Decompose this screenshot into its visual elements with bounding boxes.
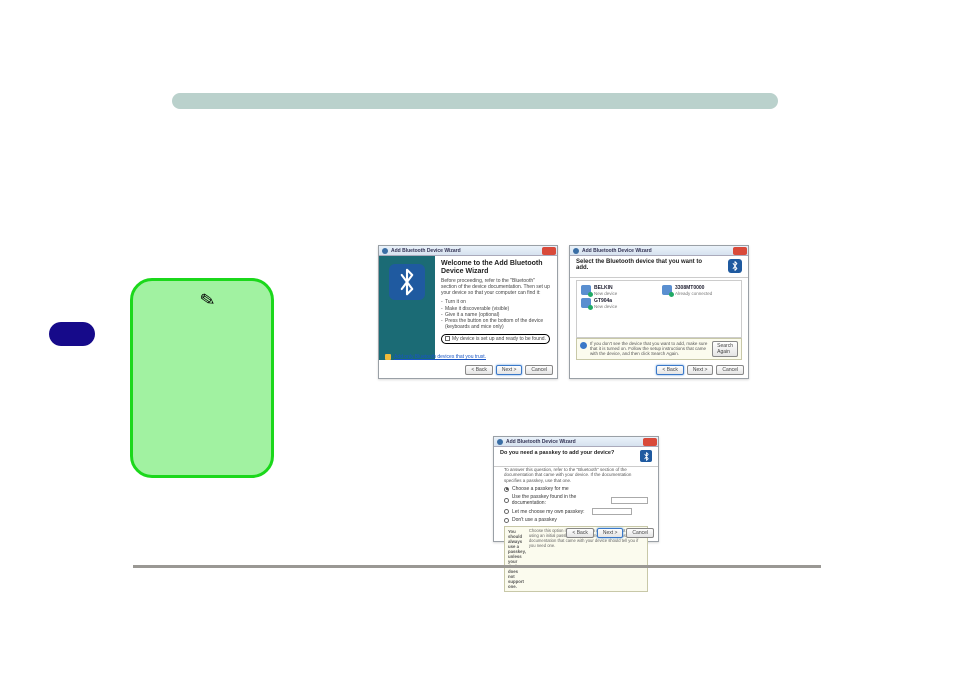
device-icon — [662, 285, 672, 295]
option-label: Don't use a passkey — [512, 517, 557, 523]
note-pill — [49, 322, 95, 346]
title-text: Add Bluetooth Device Wizard — [582, 248, 652, 254]
device-item[interactable]: 3308MT0000 Already connected — [662, 285, 737, 296]
device-item[interactable]: GT904a New device — [581, 298, 656, 309]
bluetooth-icon — [728, 259, 742, 273]
left-panel — [379, 256, 435, 360]
option-label: Use the passkey found in the documentati… — [512, 494, 604, 506]
device-list: BELKIN New device 3308MT0000 Already con… — [576, 280, 742, 338]
bullet: Press the button on the bottom of the de… — [441, 318, 550, 331]
dialog-buttons: < Back Next > Cancel — [656, 365, 744, 375]
footer-divider — [133, 565, 821, 568]
bluetooth-app-icon — [573, 248, 579, 254]
device-icon — [581, 285, 591, 295]
titlebar: Add Bluetooth Device Wizard — [379, 246, 557, 256]
bluetooth-app-icon — [382, 248, 388, 254]
option-label: Choose a passkey for me — [512, 486, 569, 492]
radio-icon[interactable] — [504, 509, 509, 514]
dialog-buttons: < Back Next > Cancel — [465, 365, 553, 375]
bluetooth-app-icon — [497, 439, 503, 445]
cancel-button[interactable]: Cancel — [626, 528, 654, 538]
info-message: If you don't see the device that you wan… — [590, 341, 707, 356]
ready-checkbox-row[interactable]: My device is set up and ready to be foun… — [441, 334, 550, 344]
next-button[interactable]: Next > — [687, 365, 714, 375]
radio-icon[interactable] — [504, 498, 509, 503]
dialog-header: Select the Bluetooth device that you wan… — [570, 256, 748, 278]
cancel-button[interactable]: Cancel — [716, 365, 744, 375]
title-text: Add Bluetooth Device Wizard — [391, 248, 461, 254]
device-icon — [581, 298, 591, 308]
dialog-buttons: < Back Next > Cancel — [566, 528, 654, 538]
device-status: Already connected — [675, 291, 712, 296]
next-button[interactable]: Next > — [597, 528, 624, 538]
dialog-welcome: Add Bluetooth Device Wizard Welcome to t… — [378, 245, 558, 379]
note-right: Choose this option if your Bluetooth dev… — [529, 529, 644, 589]
radio-icon[interactable] — [504, 518, 509, 523]
device-status: New device — [594, 304, 617, 309]
option-use-doc[interactable]: Use the passkey found in the documentati… — [504, 494, 648, 506]
option-choose-for-me[interactable]: Choose a passkey for me — [504, 486, 648, 492]
bluetooth-icon — [640, 450, 652, 462]
checkbox-label: My device is set up and ready to be foun… — [452, 336, 546, 342]
info-text: If you don't see the device that you wan… — [590, 341, 709, 357]
passkey-input[interactable] — [611, 497, 648, 504]
back-button[interactable]: < Back — [656, 365, 683, 375]
right-panel: Welcome to the Add Bluetooth Device Wiza… — [435, 256, 554, 344]
dialog-device-list: Add Bluetooth Device Wizard Select the B… — [569, 245, 749, 379]
trust-link[interactable]: Add only Bluetooth devices that you trus… — [394, 354, 486, 360]
bluetooth-icon — [389, 264, 425, 300]
note-left: You should always use a passkey, unless … — [508, 529, 526, 589]
option-own[interactable]: Let me choose my own passkey: — [504, 508, 648, 515]
info-bar: If you don't see the device that you wan… — [576, 338, 742, 360]
title-text: Add Bluetooth Device Wizard — [506, 439, 576, 445]
device-item[interactable]: BELKIN New device — [581, 285, 656, 296]
trust-link-row: Add only Bluetooth devices that you trus… — [385, 354, 486, 360]
info-icon — [580, 342, 587, 349]
search-again-button[interactable]: Search Again — [712, 341, 738, 357]
close-icon[interactable] — [542, 247, 556, 255]
wizard-intro: Before proceeding, refer to the "Bluetoo… — [441, 278, 550, 296]
titlebar: Add Bluetooth Device Wizard — [570, 246, 748, 256]
option-none[interactable]: Don't use a passkey — [504, 517, 648, 523]
dialog-passkey: Add Bluetooth Device Wizard Do you need … — [493, 436, 659, 542]
back-button[interactable]: < Back — [566, 528, 593, 538]
wizard-heading: Welcome to the Add Bluetooth Device Wiza… — [441, 260, 550, 275]
option-label: Let me choose my own passkey: — [512, 509, 585, 515]
dialog-heading: Do you need a passkey to add your device… — [500, 450, 614, 456]
lead-text: To answer this question, refer to the "B… — [504, 467, 648, 483]
back-button[interactable]: < Back — [465, 365, 492, 375]
radio-icon[interactable] — [504, 487, 509, 492]
setup-bullets: Turn it on Make it discoverable (visible… — [441, 299, 550, 330]
close-icon[interactable] — [643, 438, 657, 446]
checkbox-icon[interactable] — [445, 336, 450, 341]
dialog-heading: Select the Bluetooth device that you wan… — [576, 259, 706, 271]
passkey-input[interactable] — [592, 508, 632, 515]
section-divider — [172, 93, 778, 109]
dialog-header: Do you need a passkey to add your device… — [494, 447, 658, 467]
next-button[interactable]: Next > — [496, 365, 523, 375]
shield-icon — [385, 354, 391, 360]
cancel-button[interactable]: Cancel — [525, 365, 553, 375]
close-icon[interactable] — [733, 247, 747, 255]
titlebar: Add Bluetooth Device Wizard — [494, 437, 658, 447]
device-status: New device — [594, 291, 617, 296]
